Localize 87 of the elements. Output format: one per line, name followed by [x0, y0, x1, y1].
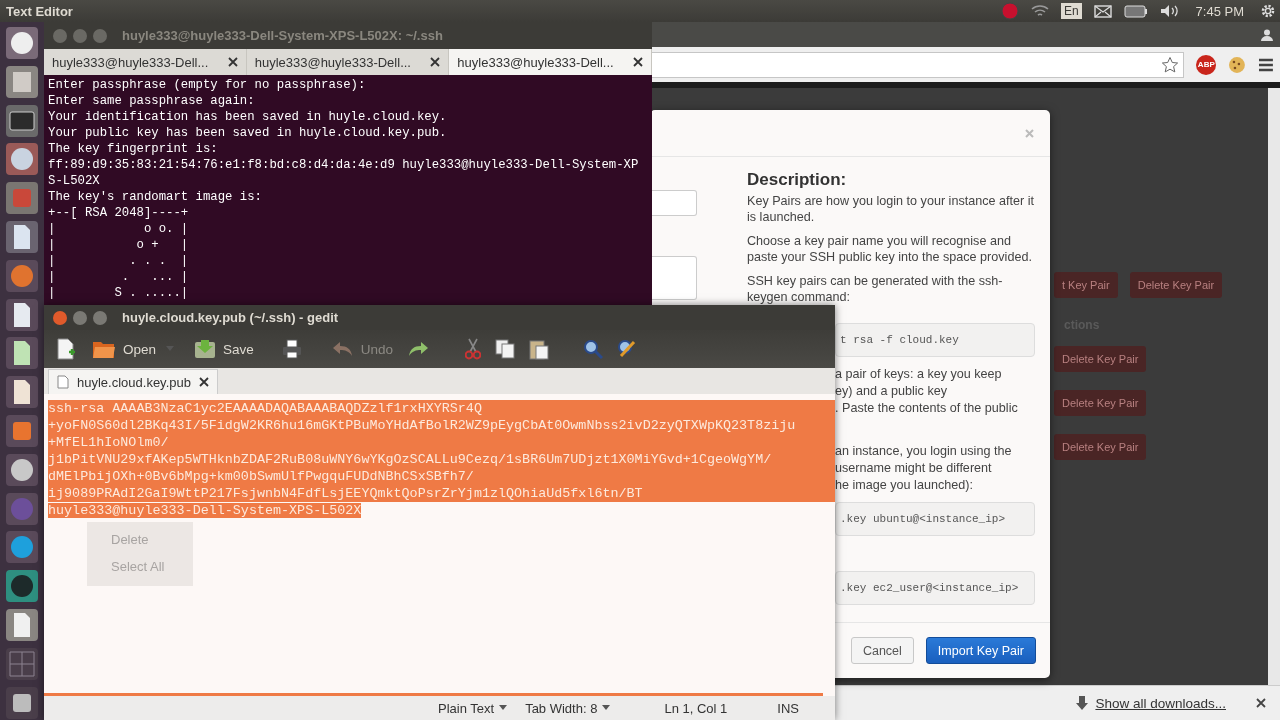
description-text: . Paste the contents of the public	[835, 400, 1018, 417]
terminal-line: The key fingerprint is:	[48, 141, 219, 157]
language-dropdown[interactable]: Plain Text	[436, 700, 510, 716]
wifi-icon[interactable]	[1030, 4, 1049, 18]
show-downloads-link[interactable]: Show all downloads...	[1095, 695, 1226, 711]
caret-icon	[602, 705, 611, 711]
file-tab[interactable]: huyle.cloud.key.pub	[48, 369, 218, 394]
window-title: huyle.cloud.key.pub (~/.ssh) - gedit	[122, 310, 339, 325]
tab-width-dropdown[interactable]: Tab Width: 8	[523, 700, 613, 716]
window-title: huyle333@huyle333-Dell-System-XPS-L502X: ~/.ssh	[122, 28, 443, 43]
document-icon[interactable]	[5, 220, 39, 254]
description-text: ey) and a public key	[835, 383, 948, 400]
save-button[interactable]: Save	[192, 339, 256, 359]
page-button[interactable]: Delete Key Pair	[1129, 272, 1223, 298]
text-area[interactable]	[650, 256, 697, 300]
download-arrow-icon	[1075, 695, 1090, 711]
close-icon[interactable]	[198, 377, 209, 387]
terminal-tab[interactable]: huyle333@huyle333-Dell...	[449, 49, 652, 75]
writer-document-icon[interactable]	[5, 297, 39, 332]
terminal-line: ff:89:d9:35:83:21:54:76:e1:f8:bd:c8:d4:da:4e:d9 huyle333@huyle333-Dell-System-XP	[48, 157, 640, 173]
terminal-line: | S . .....|	[48, 285, 190, 301]
insert-mode: INS	[777, 700, 799, 716]
terminal-line: | o o. |	[48, 221, 190, 237]
description-text: he image you launched):	[835, 477, 974, 494]
terminal-icon[interactable]	[5, 103, 39, 138]
open-button[interactable]: Open	[90, 338, 159, 360]
terminal-line: Enter passphrase (empty for no passphrase):	[48, 77, 367, 93]
menu-icon[interactable]	[1258, 57, 1274, 72]
description-text: Key Pairs are how you login to your instance after it is launched.	[747, 193, 1035, 225]
description-text: a pair of keys: a key you keep	[835, 366, 1003, 383]
input-field[interactable]	[650, 190, 697, 216]
code-block: .key ec2_user@<instance_ip>	[835, 571, 1035, 605]
page-button[interactable]: t Key Pair	[1054, 272, 1118, 298]
delete-button[interactable]: Delete Key Pair	[1054, 346, 1147, 372]
battery-icon[interactable]	[1123, 4, 1148, 18]
terminal-line: | o + |	[48, 237, 190, 253]
star-icon[interactable]	[1161, 55, 1180, 74]
copy-button[interactable]	[493, 339, 518, 359]
close-icon[interactable]	[227, 57, 238, 67]
description-text: username might be different	[835, 460, 993, 477]
keyboard-language-indicator[interactable]: En	[1060, 3, 1082, 19]
workspace-switcher-icon[interactable]	[5, 646, 39, 681]
fox-browser-icon[interactable]	[5, 258, 39, 293]
description-text: Choose a key pair name you will recognise and paste your SSH public key into the space provided.	[747, 233, 1033, 265]
terminal-line: The key's randomart image is:	[48, 189, 263, 205]
scrollbar[interactable]	[1268, 88, 1280, 685]
code-block: .key ubuntu@<instance_ip>	[835, 502, 1035, 536]
terminal-line: Your public key has been saved in huyle.cloud.key.pub.	[48, 125, 448, 141]
terminal-line: +--[ RSA 2048]----+	[48, 205, 190, 221]
terminal-line: Enter same passphrase again:	[48, 93, 256, 109]
file-icon	[57, 375, 69, 389]
code-block: t rsa -f cloud.key	[835, 323, 1035, 357]
description-heading: Description:	[747, 169, 847, 191]
cancel-button[interactable]: Cancel	[850, 637, 914, 664]
find-button[interactable]	[581, 339, 606, 359]
new-button[interactable]	[54, 338, 78, 360]
terminal-line: | . ... |	[48, 269, 190, 285]
caret-icon	[499, 705, 508, 711]
terminal-line: | . . . |	[48, 253, 190, 269]
text-editor-icon[interactable]	[5, 607, 39, 642]
spreadsheet-icon[interactable]	[5, 336, 39, 371]
delete-button[interactable]: Delete Key Pair	[1054, 434, 1147, 460]
user-icon[interactable]	[1260, 27, 1274, 42]
app-title: Text Editor	[5, 3, 73, 19]
paste-button[interactable]	[527, 338, 552, 360]
window-controls-icon[interactable]	[52, 309, 110, 326]
power-gear-icon[interactable]	[1260, 3, 1276, 19]
terminal-tab[interactable]: huyle333@huyle333-Dell...	[44, 49, 247, 75]
terminal-line: Your identification has been saved in huyle.cloud.key.	[48, 109, 448, 125]
volume-icon[interactable]	[1159, 4, 1180, 18]
terminal-line: S-L502X	[48, 173, 101, 189]
delete-button[interactable]: Delete Key Pair	[1054, 390, 1147, 416]
save-icon	[194, 339, 217, 359]
description-text: an instance, you login using the	[835, 443, 1012, 460]
ad-blocker-button[interactable]: ABP	[1196, 54, 1217, 75]
cut-button[interactable]	[463, 338, 484, 360]
description-text: SSH key pairs can be generated with the ssh-keygen command:	[747, 273, 1004, 305]
close-icon[interactable]	[1256, 698, 1266, 708]
undo-icon	[331, 341, 354, 357]
cursor-position: Ln 1, Col 1	[664, 700, 728, 716]
close-icon[interactable]	[633, 57, 643, 67]
cookie-icon[interactable]	[1228, 55, 1247, 74]
close-icon[interactable]	[430, 57, 441, 67]
mail-icon[interactable]	[1093, 4, 1112, 18]
clock[interactable]: 7:45 PM	[1195, 3, 1244, 19]
import-button[interactable]: Import Key Pair	[925, 637, 1036, 664]
presentation-icon[interactable]	[5, 375, 39, 410]
